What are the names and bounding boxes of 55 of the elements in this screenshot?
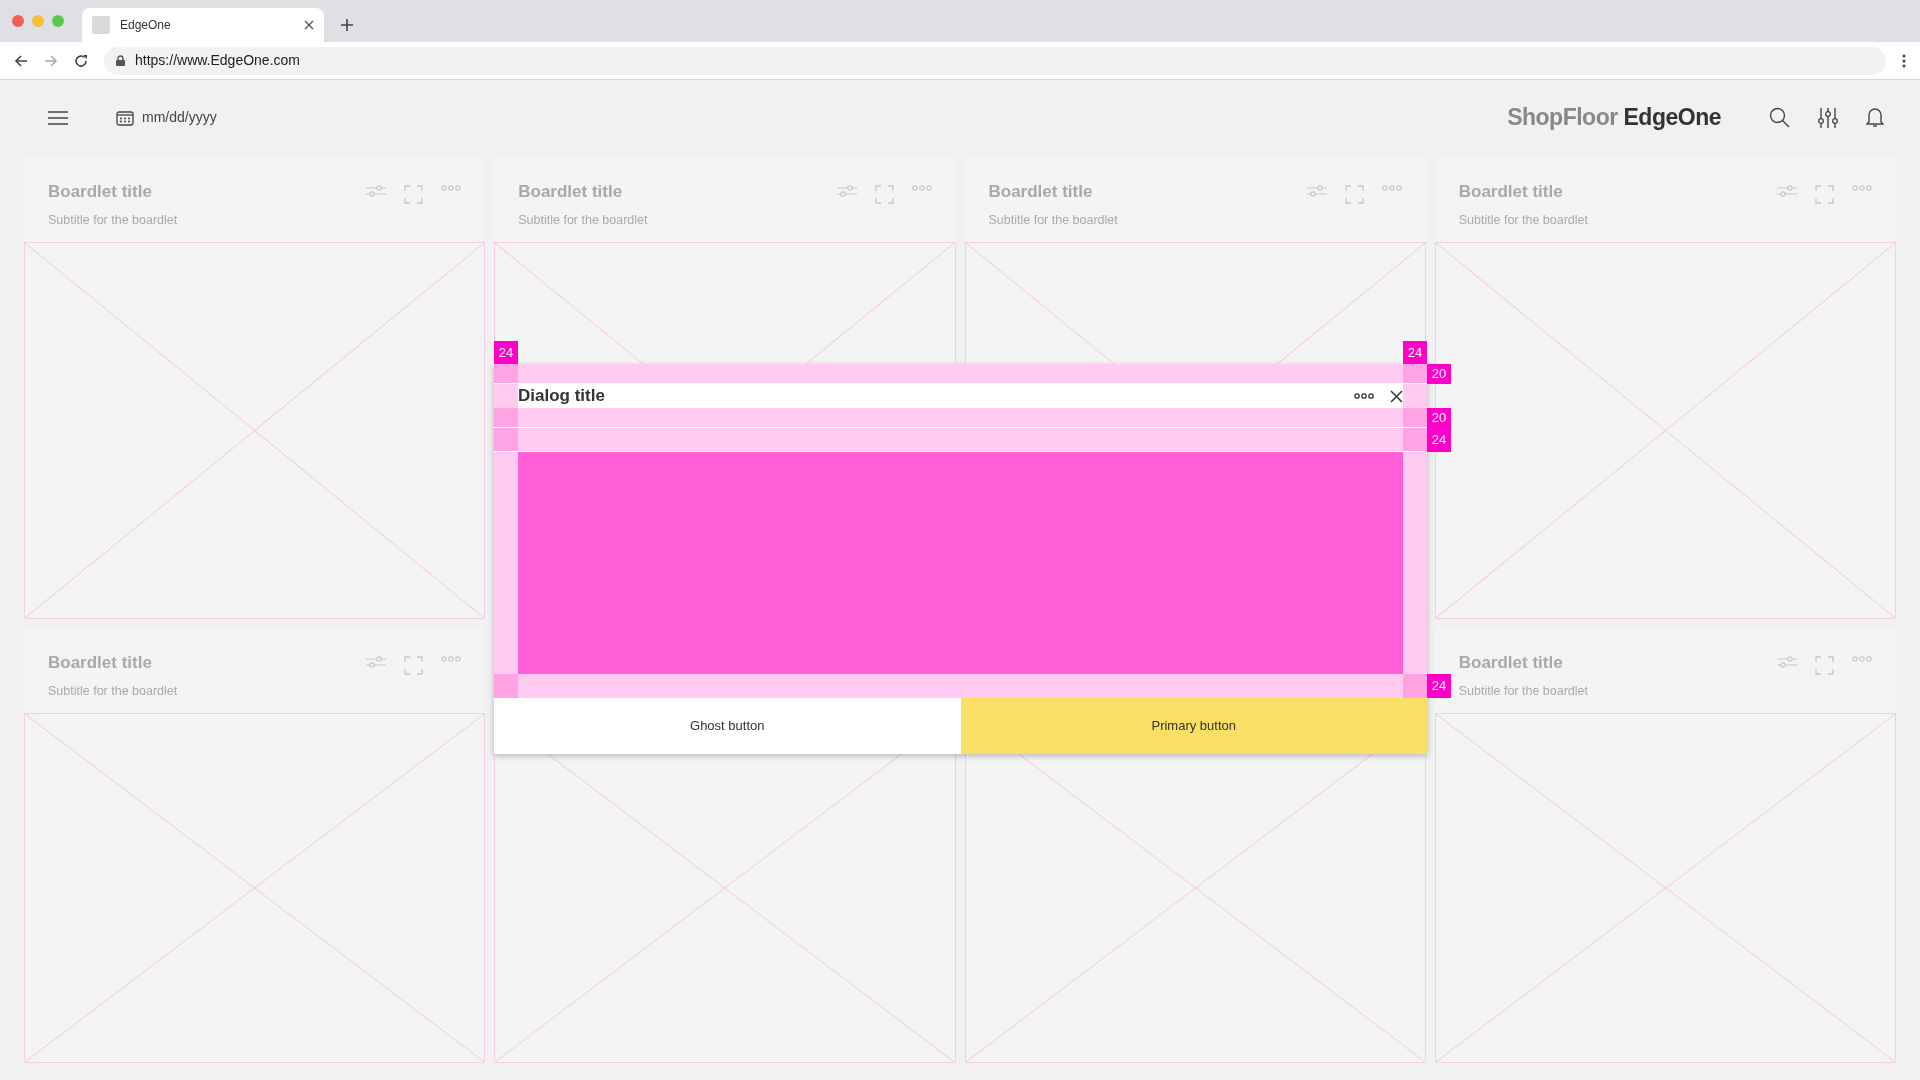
spacing-label: 20 bbox=[1427, 408, 1451, 428]
sliders-icon[interactable] bbox=[1818, 107, 1838, 128]
spacing-label: 24 bbox=[494, 341, 518, 364]
expand-icon[interactable] bbox=[1815, 656, 1834, 675]
search-icon[interactable] bbox=[1769, 107, 1790, 128]
expand-icon[interactable] bbox=[404, 656, 424, 675]
boardlet-title: Boardlet title bbox=[48, 652, 153, 674]
boardlet-title: Boardlet title bbox=[1458, 181, 1564, 203]
expand-icon[interactable] bbox=[1344, 185, 1364, 204]
address-bar[interactable]: https://www.EdgeOne.com bbox=[104, 46, 1886, 75]
favicon-icon bbox=[92, 16, 110, 34]
spacing-label: 20 bbox=[1427, 364, 1451, 384]
expand-icon[interactable] bbox=[404, 185, 424, 204]
expand-icon[interactable] bbox=[1815, 185, 1834, 204]
filter-icon[interactable] bbox=[1777, 185, 1797, 197]
close-icon[interactable] bbox=[304, 20, 314, 30]
window-control-icon[interactable] bbox=[12, 15, 24, 27]
boardlet-subtitle: Subtitle for the boardlet bbox=[1458, 682, 1588, 700]
back-arrow-icon[interactable] bbox=[14, 53, 28, 68]
boardlet-title: Boardlet title bbox=[518, 181, 624, 203]
boardlet-subtitle: Subtitle for the boardlet bbox=[518, 211, 648, 229]
more-icon[interactable] bbox=[1354, 393, 1374, 399]
boardlet-subtitle: Subtitle for the boardlet bbox=[48, 682, 178, 700]
filter-icon[interactable] bbox=[836, 185, 857, 197]
date-field[interactable]: mm/dd/yyyy bbox=[116, 107, 217, 128]
menu-icon[interactable] bbox=[48, 109, 68, 126]
spacing-label: 24 bbox=[1403, 341, 1427, 364]
spacing-label: 24 bbox=[1427, 674, 1451, 698]
window-control-icon[interactable] bbox=[52, 15, 64, 27]
ghost-button[interactable]: Ghost button bbox=[494, 698, 961, 754]
primary-button[interactable]: Primary button bbox=[960, 698, 1427, 754]
boardlet-subtitle: Subtitle for the boardlet bbox=[1458, 211, 1588, 229]
filter-icon[interactable] bbox=[1306, 185, 1327, 197]
forward-arrow-icon[interactable] bbox=[44, 53, 58, 68]
dialog-title: Dialog title bbox=[518, 385, 606, 408]
expand-icon[interactable] bbox=[874, 185, 894, 204]
boardlet-title: Boardlet title bbox=[1458, 652, 1564, 674]
plus-icon[interactable] bbox=[340, 18, 354, 32]
boardlet-title: Boardlet title bbox=[988, 181, 1094, 203]
browser-tab[interactable]: EdgeOne bbox=[82, 8, 324, 42]
lock-icon bbox=[116, 55, 125, 66]
boardlet-title: Boardlet title bbox=[48, 181, 153, 203]
calendar-icon bbox=[116, 109, 134, 126]
filter-icon[interactable] bbox=[1777, 656, 1797, 668]
boardlet-subtitle: Subtitle for the boardlet bbox=[48, 211, 178, 229]
reload-icon[interactable] bbox=[74, 53, 88, 68]
window-control-icon[interactable] bbox=[32, 15, 44, 27]
filter-icon[interactable] bbox=[366, 185, 387, 197]
brand-logo: ShopFloor EdgeOne bbox=[1507, 103, 1721, 133]
more-vertical-icon[interactable] bbox=[1902, 53, 1906, 68]
bell-icon[interactable] bbox=[1866, 107, 1884, 128]
boardlet-subtitle: Subtitle for the boardlet bbox=[988, 211, 1118, 229]
filter-icon[interactable] bbox=[366, 656, 387, 668]
close-icon[interactable] bbox=[1390, 389, 1403, 403]
spacing-label: 24 bbox=[1427, 428, 1451, 452]
